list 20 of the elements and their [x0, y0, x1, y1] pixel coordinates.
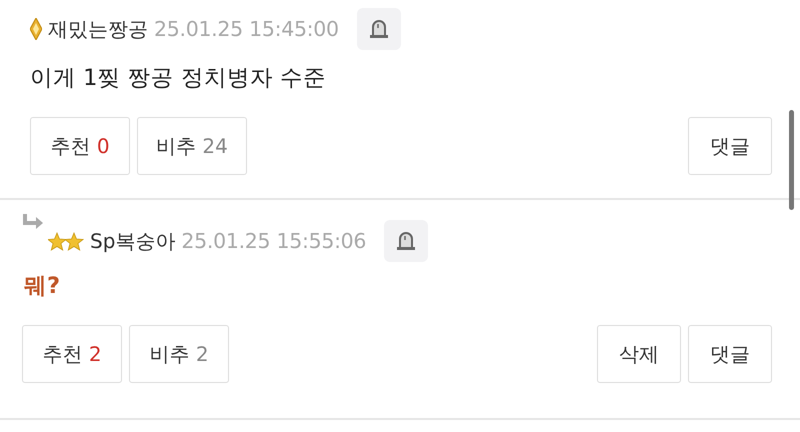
siren-icon — [368, 18, 390, 40]
stars-icon — [48, 230, 84, 252]
comment-time: 25.01.25 15:55:06 — [181, 229, 366, 253]
reply-arrow-icon — [22, 214, 44, 232]
action-button[interactable]: 삭제 — [597, 325, 681, 383]
downvote-button[interactable]: 비추 24 — [137, 117, 247, 175]
author-name: 재밌는짱공 — [48, 16, 148, 42]
action-button[interactable]: 댓글 — [688, 325, 772, 383]
diamond-icon — [30, 18, 42, 40]
comment-text: 뭬? — [24, 272, 62, 301]
siren-icon — [395, 230, 418, 252]
report-button[interactable] — [356, 8, 401, 50]
upvote-button[interactable]: 추천 0 — [30, 117, 130, 175]
downvote-button[interactable]: 비추 2 — [129, 325, 229, 383]
comment-time: 25.01.25 15:45:00 — [154, 17, 339, 41]
comment-text: 이게 1찢 짱공 정치병자 수준 — [30, 64, 327, 93]
author-name: Sp복숭아 — [90, 228, 176, 254]
report-button[interactable] — [384, 220, 428, 262]
action-button[interactable]: 댓글 — [688, 117, 772, 175]
upvote-button[interactable]: 추천 2 — [22, 325, 122, 383]
